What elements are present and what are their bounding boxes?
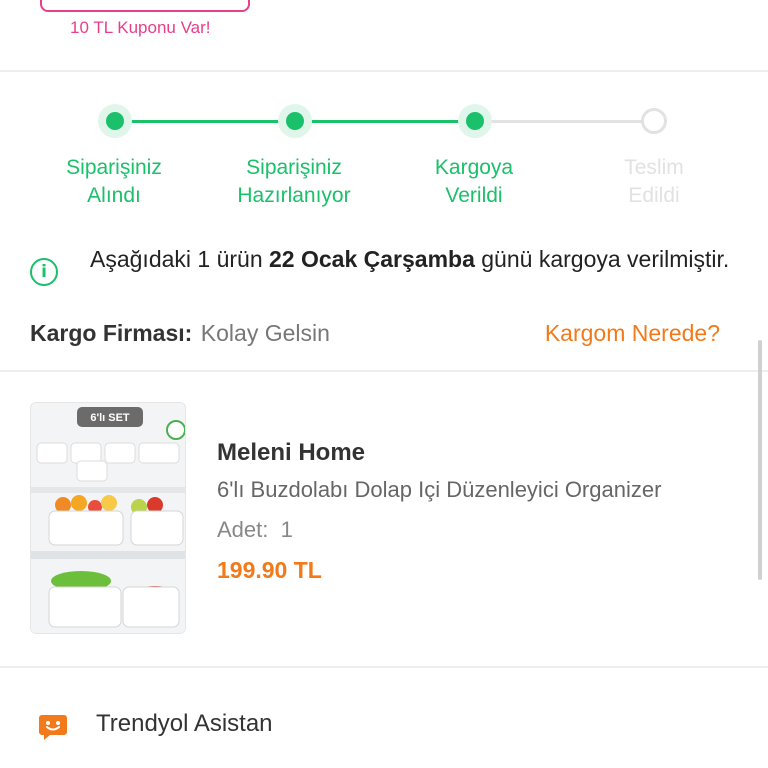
shipment-info-text: Aşağıdaki 1 ürün 22 Ocak Çarşamba günü k… [90,246,730,272]
info-circle-icon: i [30,258,58,286]
stepper-line-3 [475,120,655,123]
track-shipment-link[interactable]: Kargom Nerede? [545,320,720,347]
product-price: 199.90 TL [217,557,322,583]
scrollbar[interactable] [758,340,762,580]
coupon-area: 10 TL Kuponu Var! [0,0,768,70]
step-label-ordered: Siparişiniz Alındı [66,156,162,207]
product-name[interactable]: 6'lı Buzdolabı Dolap Içi Düzenleyici Org… [217,470,727,510]
stepper-line-1 [115,120,295,123]
divider [0,70,768,72]
stepper-line-2 [295,120,475,123]
step-label-preparing: Siparişiniz Hazırlanıyor [237,156,351,207]
step-dot-shipped [458,104,492,138]
assistant-row[interactable]: Trendyol Asistan [0,700,768,760]
coupon-text: 10 TL Kuponu Var! [70,18,211,37]
product-badge: 6'lı SET [90,412,130,424]
step-label-shipped: Kargoya Verildi [434,156,514,207]
product-image[interactable]: 6'lı SET [30,402,186,634]
product-info: Meleni Home 6'lı Buzdolabı Dolap Içi Düz… [217,436,737,590]
chat-bot-icon [38,712,68,742]
coupon-button[interactable] [40,0,250,12]
product-quantity: Adet: 1 [217,517,293,542]
step-dot-delivered [637,104,671,138]
product-card[interactable]: 6'lı SET Meleni Home 6'lı Buzdolabı Dola… [0,370,768,668]
step-label-delivered: Teslim Edildi [624,156,684,207]
carrier-row: Kargo Firması: Kolay Gelsin Kargom Nered… [30,320,730,354]
carrier-label: Kargo Firması: [30,320,193,346]
product-brand: Meleni Home [217,439,366,466]
assistant-label: Trendyol Asistan [96,710,273,737]
step-dot-ordered [98,104,132,138]
step-dot-preparing [278,104,312,138]
carrier-value: Kolay Gelsin [200,320,330,346]
